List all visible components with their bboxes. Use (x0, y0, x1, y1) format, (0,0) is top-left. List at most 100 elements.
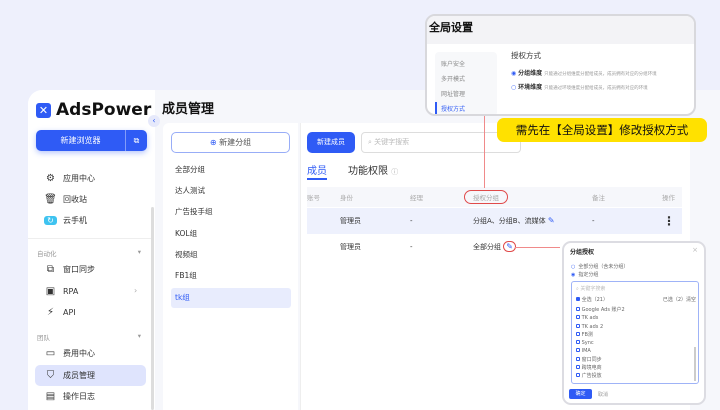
group-checkbox[interactable]: FB测 (576, 331, 625, 339)
group-item[interactable]: 全部分组 (171, 160, 291, 180)
table-row[interactable]: 管理员 - 分组A、分组B、流媒体 ✎ - ⋮ (307, 208, 682, 234)
group-checkbox[interactable]: 跨境电商 (576, 364, 625, 372)
col-role: 身份 (340, 194, 353, 202)
group-checkbox[interactable]: 广告投放 (576, 372, 625, 380)
checkbox-label: FB测 (581, 331, 593, 338)
section-automation[interactable]: 自动化 ▾ (37, 248, 141, 258)
group-checkbox[interactable]: TK ads (576, 314, 625, 322)
annotation-arrow-up (484, 116, 485, 188)
batch-add-icon[interactable]: ⧉ (126, 130, 147, 151)
cancel-button[interactable]: 取消 (598, 391, 608, 398)
robot-icon: ▣ (45, 286, 56, 297)
select-all-row[interactable]: 全选（21） 已选（2）清空 (576, 296, 696, 303)
nav-cloud-phone[interactable]: ↻ 云手机 (44, 215, 87, 226)
sync-icon: ⧉ (46, 264, 55, 275)
option-label: 全部分组（含未分组） (578, 264, 629, 270)
nav-label: 云手机 (63, 216, 87, 225)
edit-icon[interactable]: ✎ (548, 216, 555, 225)
radio-custom-groups[interactable]: ◉ 指定分组 (571, 271, 599, 279)
group-checkbox[interactable]: TK ads 2 (576, 323, 625, 331)
group-item[interactable]: FB1组 (171, 266, 291, 286)
group-select-box: ⌕ 关键字搜索 全选（21） 已选（2）清空 Google Ads 账户2 TK … (571, 281, 699, 384)
radio-group-dimension[interactable]: ◉ 分组维度 只能通过分组维度分配给成员，成员拥有对应的分组环境 (511, 68, 657, 77)
selected-count[interactable]: 已选（2）清空 (663, 296, 696, 303)
nav-window-sync[interactable]: ⧉ 窗口同步 (44, 264, 95, 275)
checkbox-label: 跨境电商 (581, 365, 602, 372)
col-manager: 经理 (410, 194, 423, 202)
settings-menu-item-active[interactable]: 授权方式 (435, 102, 497, 114)
settings-menu-item[interactable]: 多开模式 (441, 72, 497, 87)
nav-label: 应用中心 (63, 174, 95, 183)
radio-all-groups[interactable]: ○ 全部分组（含未分组） (571, 263, 629, 271)
adspower-logo-icon: ✕ (36, 102, 51, 118)
add-member-button[interactable]: 新建成员 (307, 132, 355, 153)
radio-checked-icon: ◉ (511, 70, 517, 77)
option-label: 指定分组 (578, 272, 599, 278)
global-settings-title: 全局设置 (427, 16, 694, 44)
collapse-sidebar-button[interactable]: ‹ (148, 115, 160, 127)
col-actions: 操作 (662, 194, 675, 202)
group-checkbox-list: Google Ads 账户2 TK ads TK ads 2 FB测 Sync … (576, 306, 625, 381)
chevron-down-icon: ▾ (137, 248, 141, 256)
cell-role: 管理员 (340, 217, 361, 225)
checkbox-label: TK ads (581, 315, 599, 322)
list-scrollbar[interactable] (694, 347, 696, 381)
nav-label: 成员管理 (63, 371, 95, 380)
chevron-down-icon: ▾ (137, 332, 141, 340)
nav-label: 费用中心 (63, 349, 95, 358)
section-label: 自动化 (37, 250, 57, 258)
col-auth-groups: 授权分组 (464, 190, 508, 204)
checkbox-label: Sync (581, 340, 594, 347)
checkbox-label: TK ads 2 (581, 323, 604, 330)
group-item[interactable]: 达人测试 (171, 181, 291, 201)
checkbox-partial-icon (576, 297, 580, 301)
checkbox-label: IMA (581, 348, 591, 355)
cloud-phone-icon: ↻ (44, 216, 57, 225)
confirm-button[interactable]: 确定 (569, 389, 592, 399)
plug-icon: ⚡ (46, 307, 55, 318)
new-browser-button[interactable]: 新建浏览器 ⧉ (36, 130, 147, 151)
select-all-label: 全选（21） (581, 297, 608, 303)
group-checkbox[interactable]: 窗口同步 (576, 356, 625, 364)
group-item-selected[interactable]: tk组 (171, 288, 291, 308)
info-icon: ⓘ (391, 168, 399, 176)
divider (28, 238, 152, 239)
checkbox-label: 广告投放 (581, 373, 602, 380)
nav-member-management[interactable]: ⛉ 成员管理 (44, 370, 95, 381)
nav-app-center[interactable]: ⚙ 应用中心 (44, 173, 95, 184)
nav-operation-log[interactable]: ▤ 操作日志 (44, 391, 95, 402)
tab-permissions[interactable]: 功能权限 ⓘ (348, 162, 398, 177)
add-group-button[interactable]: ⊕ 新建分组 (171, 132, 290, 153)
nav-label: API (63, 308, 76, 317)
puzzle-icon: ⚙ (46, 173, 55, 184)
tab-label: 功能权限 (348, 166, 388, 177)
section-team[interactable]: 团队 ▾ (37, 332, 141, 342)
nav-recycle-bin[interactable]: 🗑 回收站 (44, 194, 87, 205)
settings-menu-item[interactable]: 账户安全 (441, 57, 497, 72)
nav-billing[interactable]: ▭ 费用中心 (44, 348, 95, 359)
group-item[interactable]: 广告投手组 (171, 202, 291, 222)
col-account: 账号 (307, 194, 320, 202)
nav-rpa[interactable]: ▣ RPA (44, 286, 79, 297)
group-checkbox[interactable]: IMA (576, 347, 625, 355)
tab-members[interactable]: 成员 (307, 162, 327, 177)
trash-icon: 🗑 (44, 194, 57, 205)
page-title: 成员管理 (162, 102, 215, 117)
checkbox-label: 窗口同步 (581, 356, 602, 363)
radio-env-dimension[interactable]: ○ 环境维度 只能通过环境维度分配给成员，成员拥有对应的环境 (511, 82, 648, 91)
sidebar-scrollbar[interactable] (151, 207, 154, 410)
cell-groups: 全部分组 ✎ (473, 241, 516, 252)
more-icon[interactable]: ⋮ (663, 214, 675, 228)
new-browser-label: 新建浏览器 (36, 130, 126, 151)
group-item[interactable]: 视频组 (171, 245, 291, 265)
dialog-search-input[interactable]: ⌕ 关键字搜索 (576, 285, 605, 292)
settings-menu-item[interactable]: 网址管理 (441, 87, 497, 102)
group-checkbox[interactable]: Sync (576, 339, 625, 347)
shield-icon: ⛉ (46, 370, 55, 381)
close-icon[interactable]: × (692, 246, 698, 254)
nav-api[interactable]: ⚡ API (44, 307, 76, 318)
plus-circle-icon: ⊕ (209, 138, 220, 147)
group-item[interactable]: KOL组 (171, 224, 291, 244)
group-checkbox[interactable]: Google Ads 账户2 (576, 306, 625, 314)
checkbox-label: Google Ads 账户2 (581, 307, 625, 313)
